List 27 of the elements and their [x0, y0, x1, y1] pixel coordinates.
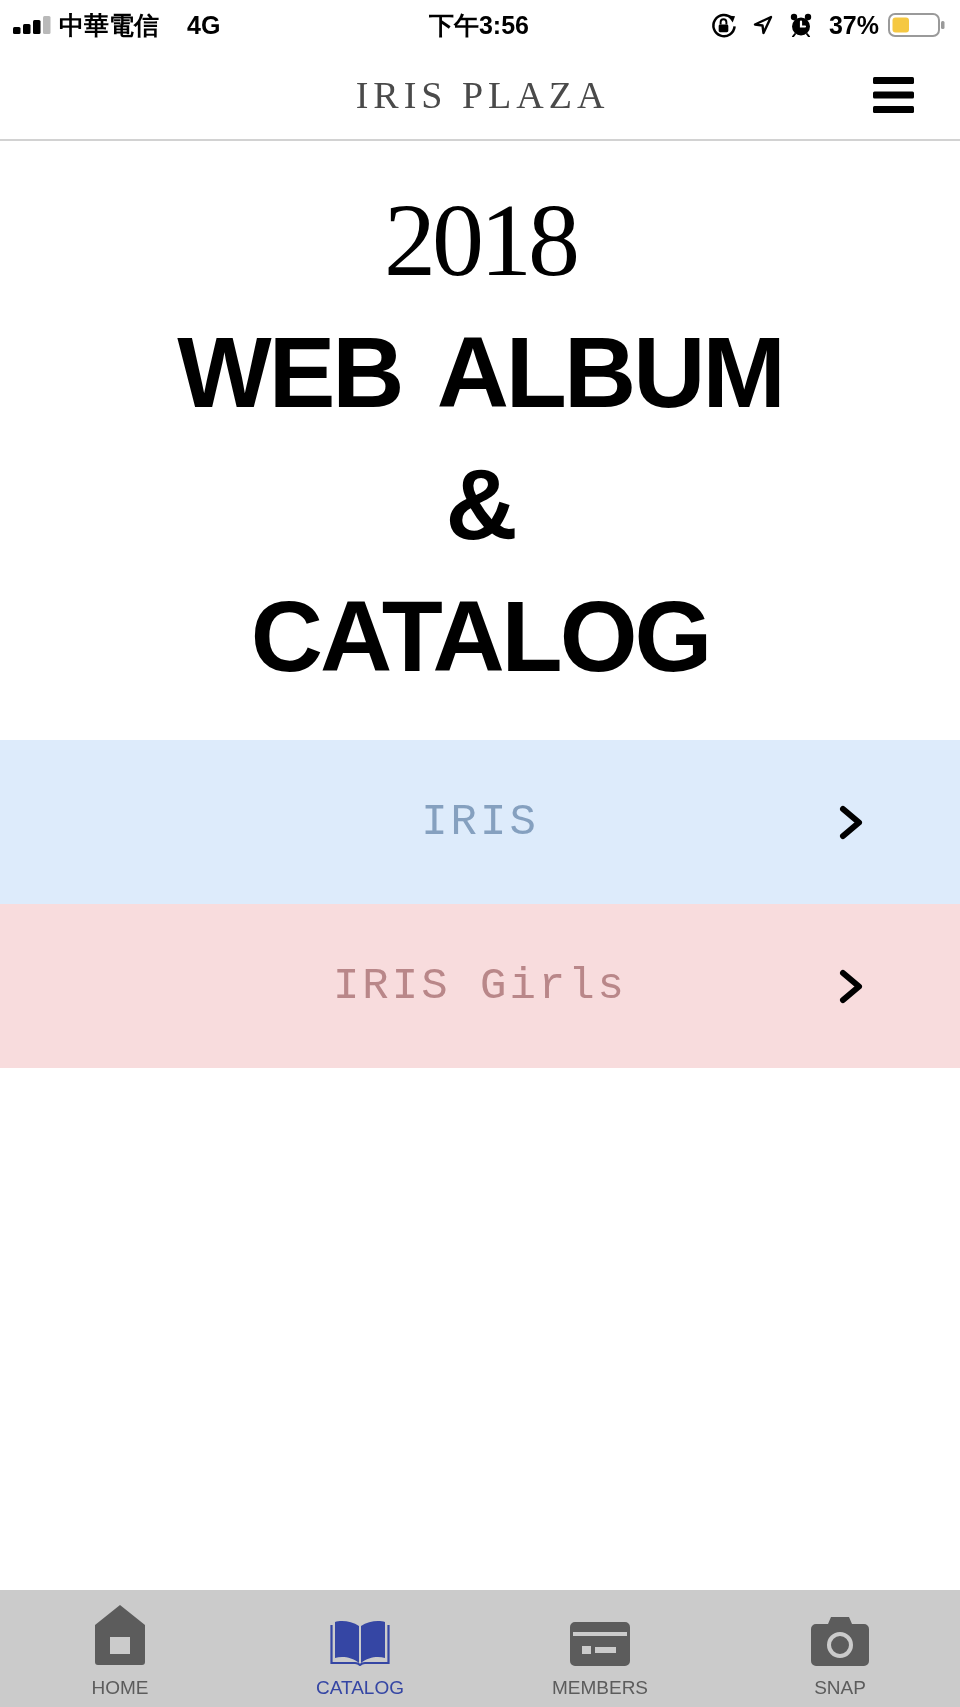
open-book-icon [330, 1618, 390, 1666]
camera-icon [811, 1616, 869, 1666]
banner-heading: & [445, 447, 515, 562]
alarm-clock-icon [789, 13, 812, 37]
tab-item[interactable]: CATALOG [240, 1590, 480, 1707]
location-arrow-icon [752, 15, 773, 35]
site-title: IRIS PLAZA [354, 75, 610, 114]
banner-heading: CATALOG [250, 579, 710, 694]
tab-item[interactable]: SNAP [720, 1590, 960, 1707]
tab-item[interactable]: MEMBERS [480, 1590, 720, 1707]
battery-icon [888, 13, 945, 37]
chevron-right-icon [839, 804, 863, 840]
card-icon [570, 1622, 630, 1666]
home-icon [94, 1604, 146, 1666]
chevron-right-icon [839, 968, 863, 1004]
year-heading: 2018 [384, 181, 576, 299]
rotation-lock-icon [709, 11, 737, 39]
carrier-name: 中華電信 [59, 12, 159, 38]
category-link[interactable]: IRIS [0, 740, 960, 904]
signal-icon [13, 16, 51, 34]
network-type: 4G [187, 12, 221, 38]
tab-item[interactable]: HOME [0, 1590, 240, 1707]
banner-heading: WEB ALBUM [177, 315, 783, 430]
category-link[interactable]: IRIS Girls [0, 904, 960, 1068]
status-time: 下午3:56 [428, 12, 529, 38]
battery-percent: 37% [828, 12, 879, 38]
menu-icon[interactable] [873, 76, 914, 113]
